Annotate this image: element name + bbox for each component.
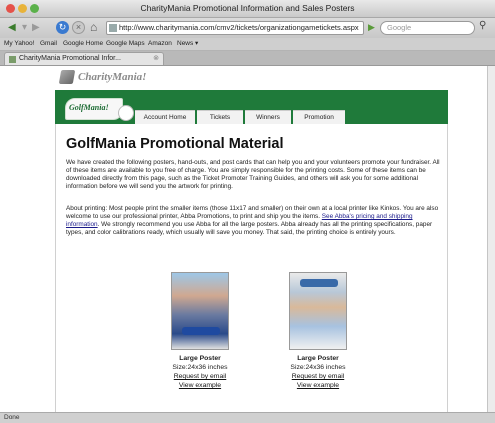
poster-logo-badge: [300, 279, 338, 287]
golfmania-logo: GolfMania!: [65, 98, 134, 121]
bookmark-google-maps[interactable]: Google Maps: [106, 38, 145, 50]
request-by-email-link[interactable]: Request by email: [258, 372, 378, 381]
search-placeholder: Google: [387, 23, 412, 32]
bookmark-google-home[interactable]: Google Home: [63, 38, 103, 50]
bookmarks-bar: My Yahoo! Gmail Google Home Google Maps …: [0, 38, 495, 51]
charitymania-logo-text: CharityMania!: [78, 71, 147, 83]
intro-paragraph: We have created the following posters, h…: [66, 159, 440, 191]
nav-tickets[interactable]: Tickets: [197, 110, 243, 124]
home-button[interactable]: ⌂: [90, 20, 97, 34]
window-title: CharityMania Promotional Information and…: [140, 3, 355, 13]
bookmark-news[interactable]: News ▾: [177, 38, 198, 50]
poster-title: Large Poster: [297, 355, 339, 362]
tab-favicon-icon: [9, 56, 16, 63]
search-icon[interactable]: ⚲: [479, 20, 486, 31]
search-input[interactable]: Google: [380, 21, 475, 35]
page-viewport: CharityMania! GolfMania! Account Home Ti…: [0, 66, 487, 414]
poster-logo-badge: [182, 327, 220, 335]
back-button[interactable]: ◀︎: [8, 21, 16, 34]
nav-account-home[interactable]: Account Home: [135, 110, 195, 124]
site-banner: GolfMania! Account Home Tickets Winners …: [55, 90, 448, 124]
charitymania-logo-icon: [58, 70, 76, 84]
back-dropdown-icon[interactable]: ▾: [22, 21, 27, 34]
go-icon[interactable]: ▶: [368, 21, 375, 34]
stop-button[interactable]: ×: [72, 21, 85, 34]
bookmark-gmail[interactable]: Gmail: [40, 38, 57, 50]
poster-caption-2: Large Poster Size:24x36 inches Request b…: [258, 354, 378, 390]
printing-paragraph: About printing: Most people print the sm…: [66, 205, 444, 237]
view-example-link[interactable]: View example: [258, 381, 378, 390]
address-bar-url: http://www.charitymania.com/cmv2/tickets…: [119, 23, 359, 32]
page-title: GolfMania Promotional Material: [66, 136, 284, 152]
status-bar: Done: [0, 412, 495, 423]
golf-ball-icon: [118, 105, 134, 121]
forward-button[interactable]: ▶︎: [32, 21, 40, 34]
site-favicon-icon: [109, 24, 117, 32]
poster-size: Size:24x36 inches: [290, 364, 346, 371]
browser-toolbar: ◀︎ ▾ ▶︎ ↻ × ⌂ http://www.charitymania.co…: [0, 18, 495, 38]
tab-charitymania[interactable]: CharityMania Promotional Infor... ⊗: [4, 52, 164, 65]
reload-button[interactable]: ↻: [56, 21, 69, 34]
poster-title: Large Poster: [179, 355, 221, 362]
poster-thumbnail-2[interactable]: [289, 272, 347, 350]
view-example-link[interactable]: View example: [140, 381, 260, 390]
nav-promotion[interactable]: Promotion: [293, 110, 345, 124]
charitymania-logo[interactable]: CharityMania!: [58, 66, 180, 88]
tab-bar: CharityMania Promotional Infor... ⊗: [0, 51, 495, 66]
vertical-scrollbar[interactable]: [487, 66, 495, 412]
window-titlebar: CharityMania Promotional Information and…: [0, 0, 495, 18]
bookmark-amazon[interactable]: Amazon: [148, 38, 172, 50]
nav-winners[interactable]: Winners: [245, 110, 291, 124]
bookmark-my-yahoo[interactable]: My Yahoo!: [4, 38, 34, 50]
address-bar[interactable]: http://www.charitymania.com/cmv2/tickets…: [106, 21, 364, 35]
request-by-email-link[interactable]: Request by email: [140, 372, 260, 381]
printing-text-b: . We strongly recommend you use Abba for…: [66, 221, 433, 237]
poster-thumbnail-1[interactable]: [171, 272, 229, 350]
poster-caption-1: Large Poster Size:24x36 inches Request b…: [140, 354, 260, 390]
poster-size: Size:24x36 inches: [172, 364, 228, 371]
golfmania-logo-text: GolfMania!: [69, 103, 109, 112]
tab-close-icon[interactable]: ⊗: [153, 53, 159, 65]
tab-label: CharityMania Promotional Infor...: [19, 55, 121, 62]
